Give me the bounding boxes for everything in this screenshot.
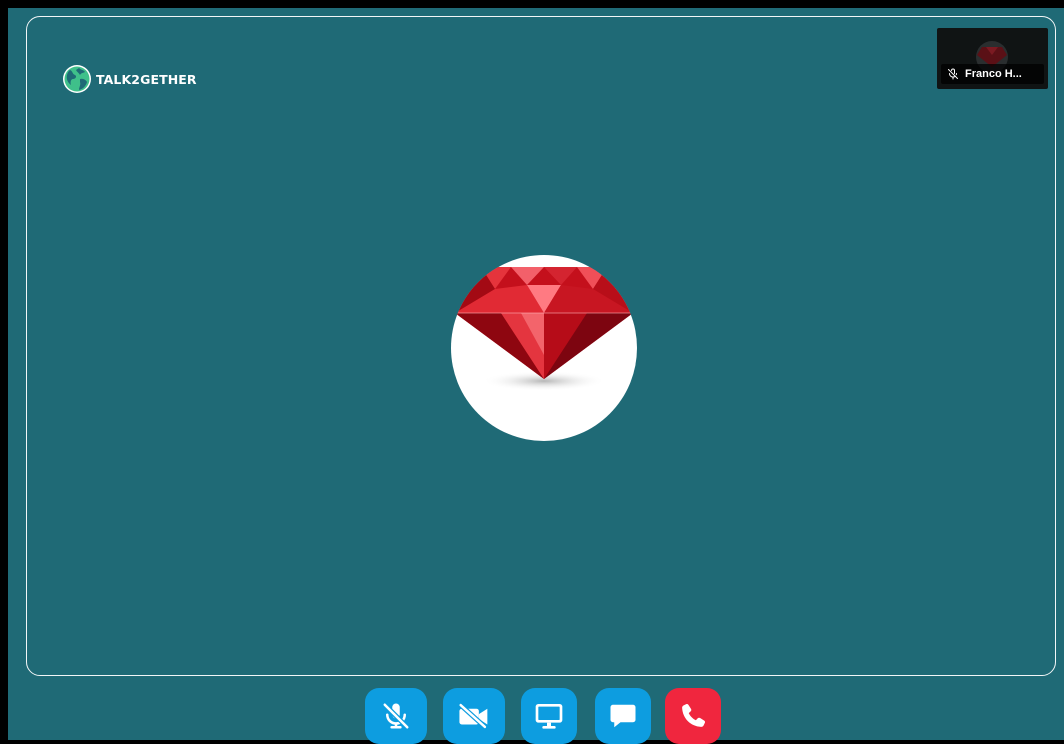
- chat-button[interactable]: [595, 688, 651, 744]
- self-view-tile[interactable]: Franco H...: [937, 28, 1048, 89]
- brand-name: TALK2GETHER: [96, 71, 197, 87]
- mute-mic-button[interactable]: [365, 688, 427, 744]
- share-screen-button[interactable]: [521, 688, 577, 744]
- self-participant-name: Franco H...: [965, 68, 1022, 80]
- chat-bubble-icon: [610, 704, 636, 728]
- monitor-icon: [535, 704, 563, 729]
- red-diamond-avatar: [451, 255, 637, 441]
- call-window: TALK2GETHER Franco H...: [8, 8, 1064, 744]
- mic-muted-icon: [948, 68, 958, 80]
- toggle-camera-button[interactable]: [443, 688, 505, 744]
- end-call-button[interactable]: [665, 688, 721, 744]
- call-controls-bar: [8, 688, 1064, 744]
- globe-logo-icon: [63, 65, 91, 93]
- self-view-label-bar: Franco H...: [941, 64, 1044, 84]
- phone-icon: [682, 703, 706, 727]
- camera-off-icon: [458, 702, 488, 730]
- brand: TALK2GETHER: [62, 64, 197, 94]
- mic-muted-icon: [382, 702, 410, 730]
